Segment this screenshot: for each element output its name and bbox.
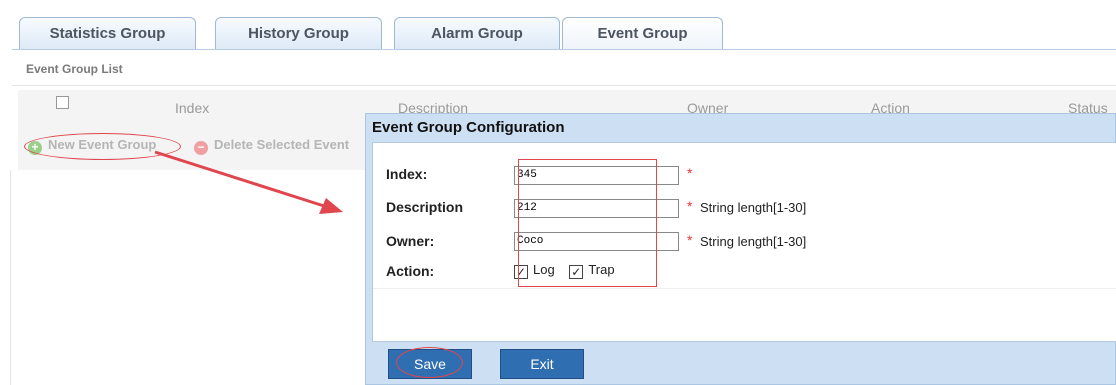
required-marker: * (687, 165, 693, 181)
exit-button[interactable]: Exit (500, 349, 584, 379)
required-marker: * (687, 232, 693, 248)
dialog-title: Event Group Configuration (372, 119, 565, 136)
owner-label: Owner: (386, 233, 435, 249)
required-marker: * (687, 198, 693, 214)
event-group-configuration-dialog: Event Group Configuration Index: 345 * D… (365, 113, 1116, 385)
action-label: Action: (386, 263, 435, 279)
annotation-highlight-box (518, 159, 657, 287)
annotation-ellipse-save (396, 347, 463, 378)
owner-hint: String length[1-30] (700, 234, 807, 249)
index-label: Index: (386, 166, 428, 182)
body-divider (373, 288, 1116, 289)
description-label: Description (386, 199, 464, 215)
description-hint: String length[1-30] (700, 200, 807, 215)
dialog-body: Index: 345 * Description 212 * String le… (372, 142, 1116, 342)
